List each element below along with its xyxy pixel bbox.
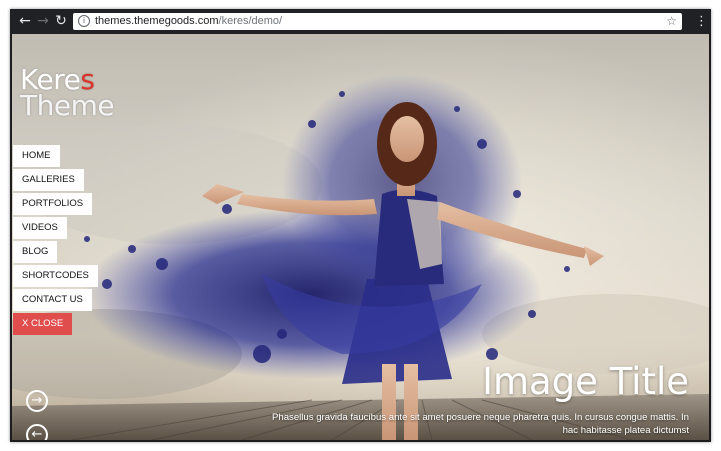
- prev-arrow-icon[interactable]: ←: [26, 424, 48, 440]
- url-text[interactable]: themes.themegoods.com/keres/demo/: [95, 14, 282, 29]
- back-arrow-icon[interactable]: ←: [16, 12, 34, 30]
- address-bar[interactable]: i themes.themegoods.com/keres/demo/ ☆: [73, 13, 682, 30]
- menu-item-blog[interactable]: BLOG: [13, 241, 58, 263]
- image-caption: Phasellus gravida faucibus ante sit amet…: [271, 412, 689, 436]
- url-path: /keres/demo/: [218, 15, 283, 27]
- url-host: themes.themegoods.com: [95, 15, 219, 27]
- menu-item-contact-us[interactable]: CONTACT US: [13, 289, 92, 311]
- menu-item-videos[interactable]: VIDEOS: [13, 217, 67, 239]
- menu-item-home[interactable]: HOME: [13, 145, 60, 167]
- forward-arrow-icon[interactable]: →: [34, 12, 52, 30]
- menu-item-shortcodes[interactable]: SHORTCODES: [13, 265, 98, 287]
- image-title: Image Title: [482, 360, 689, 403]
- page-viewport: Keres Theme HOME GALLERIES PORTFOLIOS VI…: [12, 34, 709, 440]
- site-logo[interactable]: Keres Theme: [20, 66, 115, 122]
- browser-window: ← → ↻ i themes.themegoods.com/keres/demo…: [10, 9, 711, 442]
- more-menu-icon[interactable]: ⋮: [695, 13, 708, 30]
- logo-sub-text: Theme: [20, 89, 115, 122]
- menu-close-button[interactable]: X CLOSE: [13, 313, 73, 335]
- info-icon[interactable]: i: [78, 15, 90, 27]
- menu-item-portfolios[interactable]: PORTFOLIOS: [13, 193, 93, 215]
- next-arrow-icon[interactable]: →: [26, 390, 48, 412]
- reload-icon[interactable]: ↻: [52, 12, 70, 30]
- browser-toolbar: ← → ↻ i themes.themegoods.com/keres/demo…: [10, 9, 711, 34]
- main-menu: HOME GALLERIES PORTFOLIOS VIDEOS BLOG SH…: [13, 145, 98, 337]
- menu-item-galleries[interactable]: GALLERIES: [13, 169, 84, 191]
- star-icon[interactable]: ☆: [666, 13, 677, 30]
